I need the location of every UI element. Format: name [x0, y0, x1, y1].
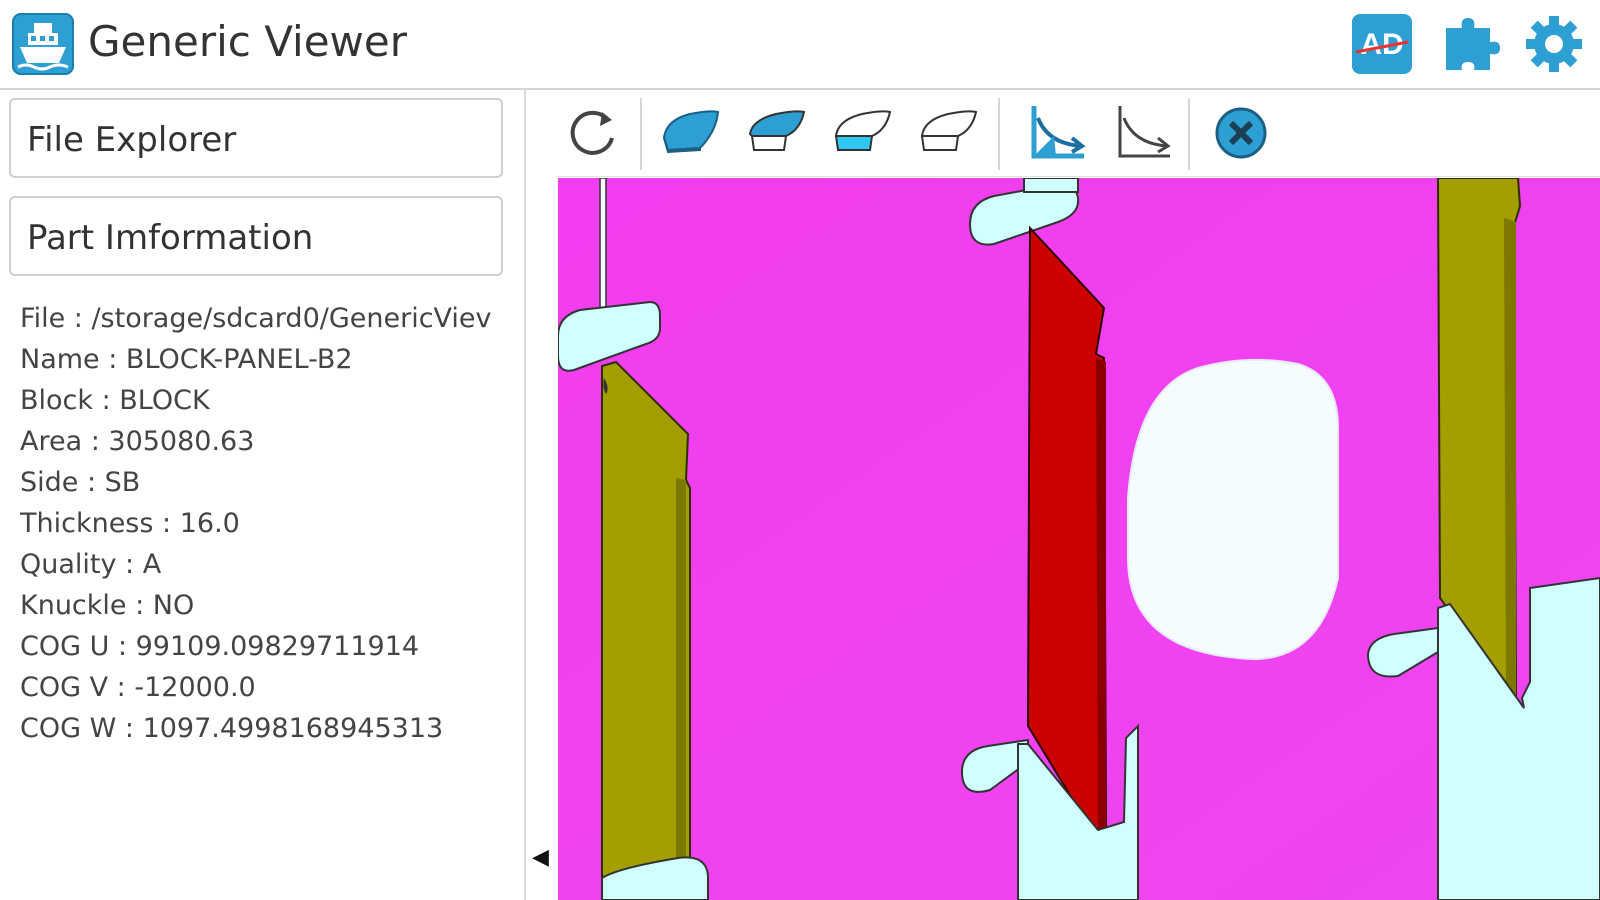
- curve-graph-solid-icon[interactable]: [1020, 98, 1090, 168]
- info-thickness: Thickness : 16.0: [20, 508, 240, 539]
- info-file: File : /storage/sdcard0/GenericViev: [20, 303, 492, 334]
- toolbar-separator: [998, 98, 1000, 170]
- info-knuckle: Knuckle : NO: [20, 590, 195, 621]
- panel-divider[interactable]: ◀: [524, 90, 560, 900]
- info-quality: Quality : A: [20, 549, 162, 580]
- viewer-toolbar: [558, 90, 1600, 177]
- plate-edge-line: [599, 178, 607, 309]
- info-area: Area : 305080.63: [20, 426, 255, 457]
- app-title: Generic Viewer: [88, 17, 407, 66]
- ship-app-icon: [12, 13, 74, 75]
- toolbar-separator: [1188, 98, 1190, 170]
- 3d-viewport[interactable]: [558, 178, 1600, 900]
- hull-solid-bottom-icon[interactable]: [656, 98, 726, 168]
- info-cog-w: COG W : 1097.4998168945313: [20, 713, 444, 744]
- gear-icon[interactable]: [1522, 12, 1586, 76]
- app-header: Generic Viewer AD: [0, 0, 1600, 90]
- file-explorer-button[interactable]: File Explorer: [9, 98, 503, 178]
- puzzle-icon[interactable]: [1438, 12, 1502, 76]
- info-name: Name : BLOCK-PANEL-B2: [20, 344, 353, 375]
- info-side: Side : SB: [20, 467, 141, 498]
- info-cog-u: COG U : 99109.09829711914: [20, 631, 420, 662]
- curve-graph-outline-icon[interactable]: [1106, 98, 1176, 168]
- collapse-panel-icon[interactable]: ◀: [532, 845, 549, 870]
- rotate-icon[interactable]: [558, 98, 628, 168]
- plate-cutout: [1127, 358, 1339, 660]
- left-panel: File Explorer Part Imformation File : /s…: [0, 90, 524, 900]
- hull-wire-bottom-icon[interactable]: [828, 98, 898, 168]
- red-panel: [1026, 225, 1108, 840]
- info-block: Block : BLOCK: [20, 385, 210, 416]
- olive-panel-right-edge: [1504, 218, 1516, 700]
- ad-button[interactable]: AD: [1350, 12, 1414, 76]
- close-icon[interactable]: [1206, 98, 1276, 168]
- hull-solid-top-icon[interactable]: [742, 98, 812, 168]
- toolbar-separator: [640, 98, 642, 170]
- part-info-list: File : /storage/sdcard0/GenericViev Name…: [20, 298, 510, 749]
- hull-wire-top-icon[interactable]: [914, 98, 984, 168]
- part-information-button[interactable]: Part Imformation: [9, 196, 503, 276]
- info-cog-v: COG V : -12000.0: [20, 672, 256, 703]
- olive-panel-left-edge: [676, 478, 686, 900]
